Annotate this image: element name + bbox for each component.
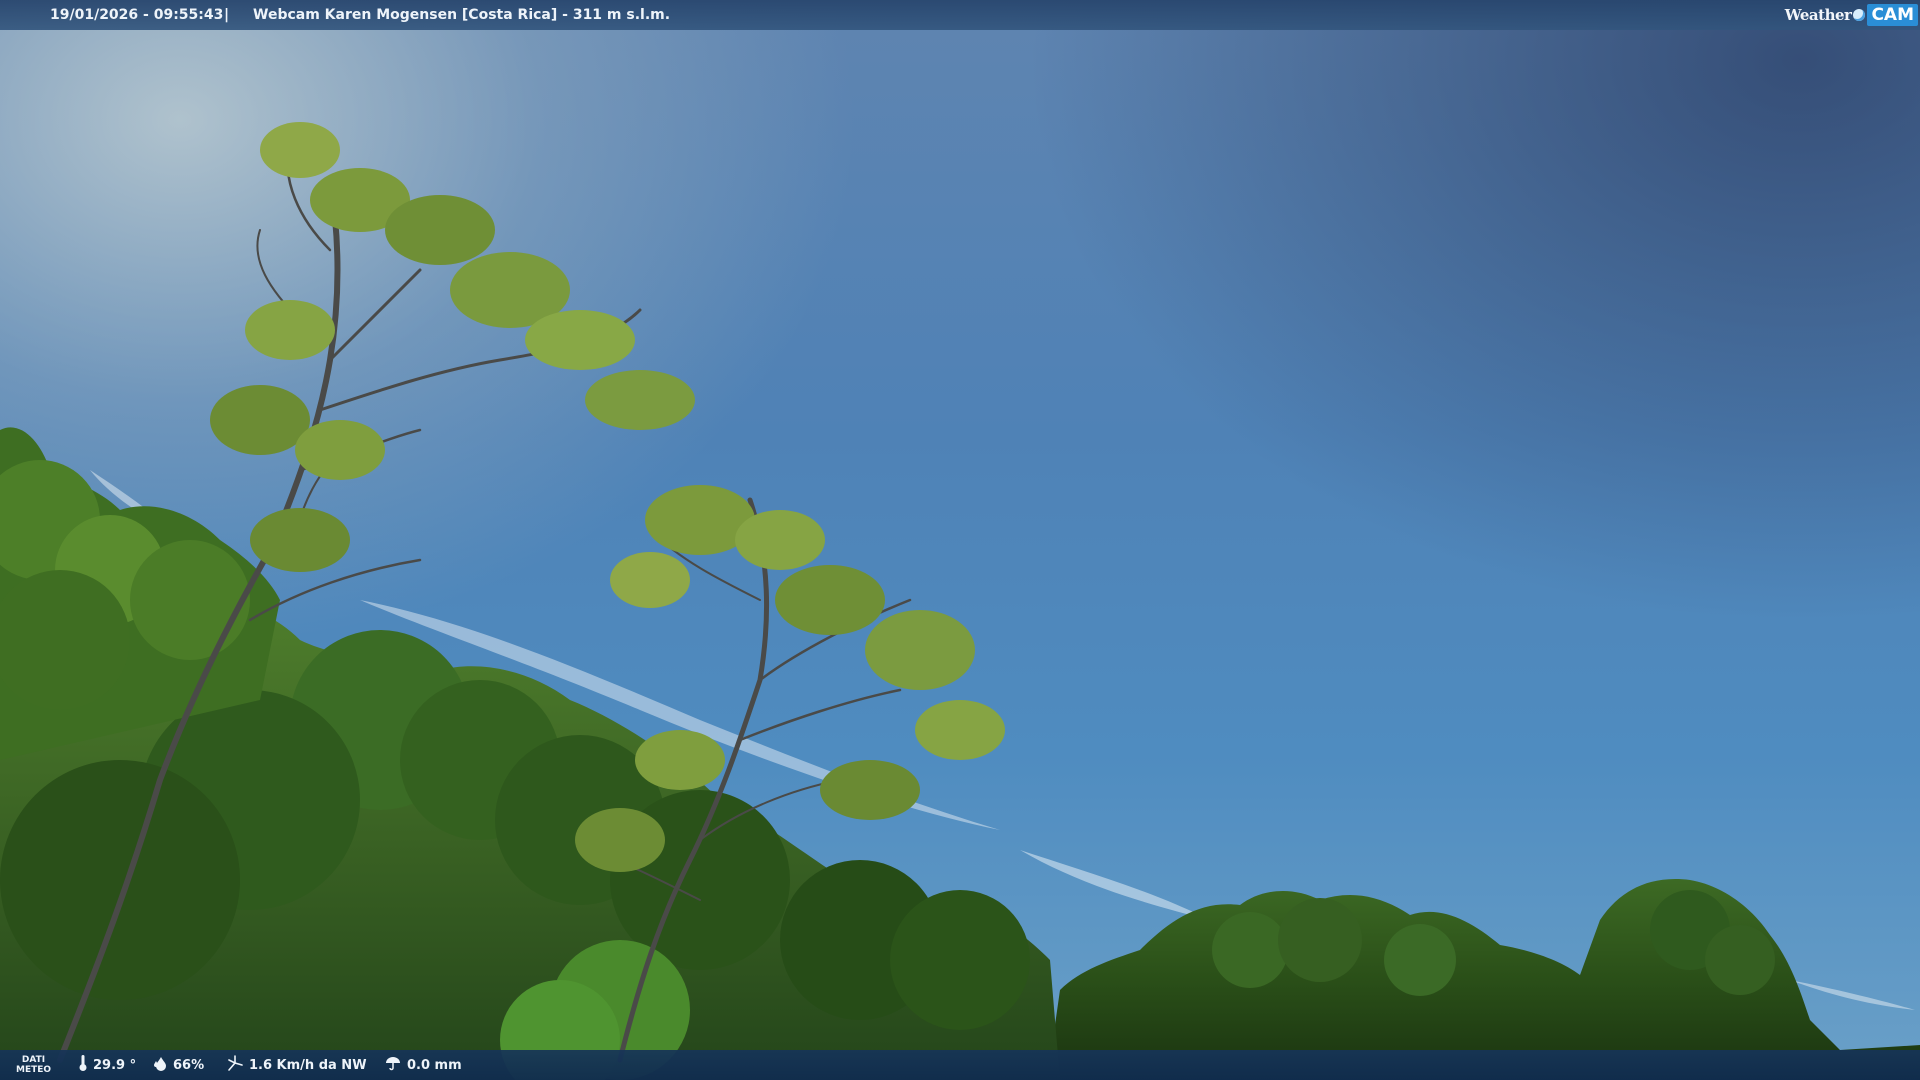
rain-value: 0.0 mm	[407, 1057, 462, 1073]
tall-tree-left-leaves	[210, 122, 695, 572]
logo-cam-text: CAM	[1867, 4, 1918, 26]
landscape-scene	[0, 122, 1920, 1080]
weather-data-label: DATI METEO	[16, 1050, 51, 1080]
webcam-frame: 19/01/2026 - 09:55:43 | Webcam Karen Mog…	[0, 0, 1920, 1080]
droplet-icon	[152, 1055, 168, 1075]
wind-icon	[226, 1054, 244, 1076]
title-separator: |	[224, 7, 230, 23]
thermometer-icon	[78, 1054, 88, 1076]
timestamp: 19/01/2026 - 09:55:43	[50, 7, 224, 23]
temperature-value: 29.9 °	[93, 1057, 137, 1073]
rain-reading: 0.0 mm	[384, 1050, 462, 1080]
logo-weather-text: Weather	[1784, 6, 1852, 24]
top-info-bar: 19/01/2026 - 09:55:43 | Webcam Karen Mog…	[0, 0, 1920, 30]
weathercam-logo: Weather CAM	[1785, 2, 1918, 28]
wind-value: 1.6 Km/h da NW	[249, 1057, 367, 1073]
weather-data-bar: DATI METEO 29.9 ° 66% 1.6 Km/h da NW 0.0…	[0, 1050, 1920, 1080]
rain-gauge-icon	[384, 1055, 402, 1075]
humidity-reading: 66%	[152, 1050, 204, 1080]
weather-data-label-line1: DATI	[21, 1055, 46, 1065]
wind-reading: 1.6 Km/h da NW	[226, 1050, 367, 1080]
logo-dot-icon	[1853, 9, 1866, 21]
humidity-value: 66%	[173, 1057, 205, 1073]
weather-data-label-line2: METEO	[16, 1065, 52, 1075]
webcam-title: Webcam Karen Mogensen [Costa Rica] - 311…	[253, 7, 671, 23]
temperature-reading: 29.9 °	[78, 1050, 136, 1080]
